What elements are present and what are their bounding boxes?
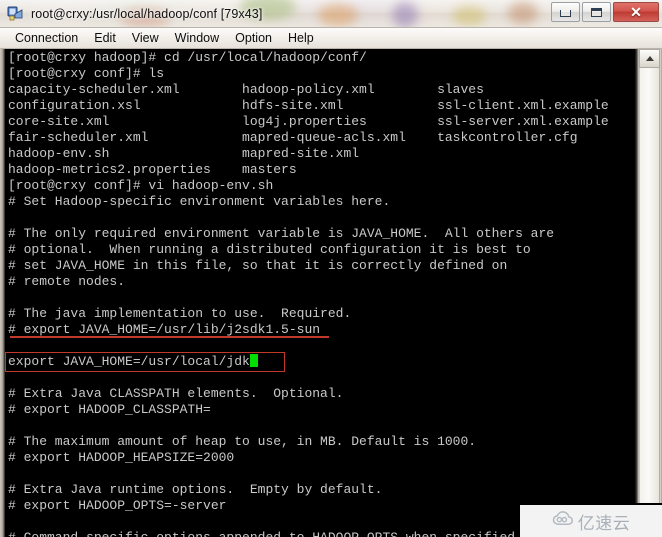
close-button[interactable]: ✕ <box>613 2 659 22</box>
terminal-line: [root@crxy hadoop]# cd /usr/local/hadoop… <box>8 50 367 65</box>
terminal-line: export JAVA_HOME=/usr/local/jdk <box>8 354 609 370</box>
terminal-app-icon[interactable] <box>7 5 24 22</box>
maximize-icon <box>591 7 602 17</box>
window-controls: ✕ <box>549 2 659 23</box>
terminal-output: [root@crxy hadoop]# cd /usr/local/hadoop… <box>8 50 609 537</box>
terminal-line: configuration.xsl hdfs-site.xml ssl-clie… <box>8 98 609 113</box>
chevron-up-icon <box>645 56 654 61</box>
terminal-line: [root@crxy conf]# ls <box>8 66 165 81</box>
terminal-line: # Extra Java runtime options. Empty by d… <box>8 482 383 497</box>
terminal-line: fair-scheduler.xml mapred-queue-acls.xml… <box>8 130 578 145</box>
terminal-pane[interactable]: [root@crxy hadoop]# cd /usr/local/hadoop… <box>0 49 662 537</box>
terminal-line: # export HADOOP_HEAPSIZE=2000 <box>8 450 235 465</box>
cloud-logo-icon <box>552 510 574 532</box>
terminal-line: # optional. When running a distributed c… <box>8 242 531 257</box>
terminal-line: # remote nodes. <box>8 274 126 289</box>
menu-bar: Connection Edit View Window Option Help <box>0 28 662 49</box>
menu-item-window[interactable]: Window <box>167 30 227 47</box>
maximize-button[interactable] <box>582 2 611 22</box>
terminal-console[interactable]: [root@crxy hadoop]# cd /usr/local/hadoop… <box>5 49 635 537</box>
scrollbar-up-button[interactable] <box>639 49 660 68</box>
scrollbar-track[interactable] <box>639 49 660 537</box>
minimize-icon <box>560 10 571 17</box>
terminal-line: hadoop-env.sh mapred-site.xml <box>8 146 360 161</box>
terminal-line: capacity-scheduler.xml hadoop-policy.xml… <box>8 82 484 97</box>
terminal-line: core-site.xml log4j.properties ssl-serve… <box>8 114 609 129</box>
terminal-line: # export HADOOP_OPTS=-server <box>8 498 227 513</box>
terminal-line: hadoop-metrics2.properties masters <box>8 162 297 177</box>
window-titlebar[interactable]: root@crxy:/usr/local/hadoop/conf [79x43]… <box>0 0 662 28</box>
menu-item-view[interactable]: View <box>124 30 167 47</box>
terminal-line: # The only required environment variable… <box>8 226 555 241</box>
terminal-line: [root@crxy conf]# vi hadoop-env.sh <box>8 178 274 193</box>
text-cursor <box>249 354 258 367</box>
annotation-underline <box>10 336 329 338</box>
minimize-button[interactable] <box>551 2 580 22</box>
watermark-text: 亿速云 <box>577 513 631 534</box>
close-icon: ✕ <box>630 4 642 20</box>
menu-item-option[interactable]: Option <box>227 30 280 47</box>
terminal-line: # Set Hadoop-specific environment variab… <box>8 194 391 209</box>
terminal-scrollbar[interactable] <box>635 49 662 537</box>
terminal-line: # The maximum amount of heap to use, in … <box>8 434 477 449</box>
terminal-line: # set JAVA_HOME in this file, so that it… <box>8 258 508 273</box>
terminal-application-window: root@crxy:/usr/local/hadoop/conf [79x43]… <box>0 0 662 537</box>
menu-item-connection[interactable]: Connection <box>7 30 86 47</box>
menu-item-edit[interactable]: Edit <box>86 30 124 47</box>
window-title: root@crxy:/usr/local/hadoop/conf [79x43] <box>31 6 263 21</box>
watermark: 亿速云 <box>520 505 662 537</box>
terminal-line: # The java implementation to use. Requir… <box>8 306 352 321</box>
terminal-line: # Extra Java CLASSPATH elements. Optiona… <box>8 386 344 401</box>
terminal-line: # export HADOOP_CLASSPATH= <box>8 402 211 417</box>
terminal-line: # Command specific options appended to H… <box>8 530 609 537</box>
menu-item-help[interactable]: Help <box>280 30 322 47</box>
